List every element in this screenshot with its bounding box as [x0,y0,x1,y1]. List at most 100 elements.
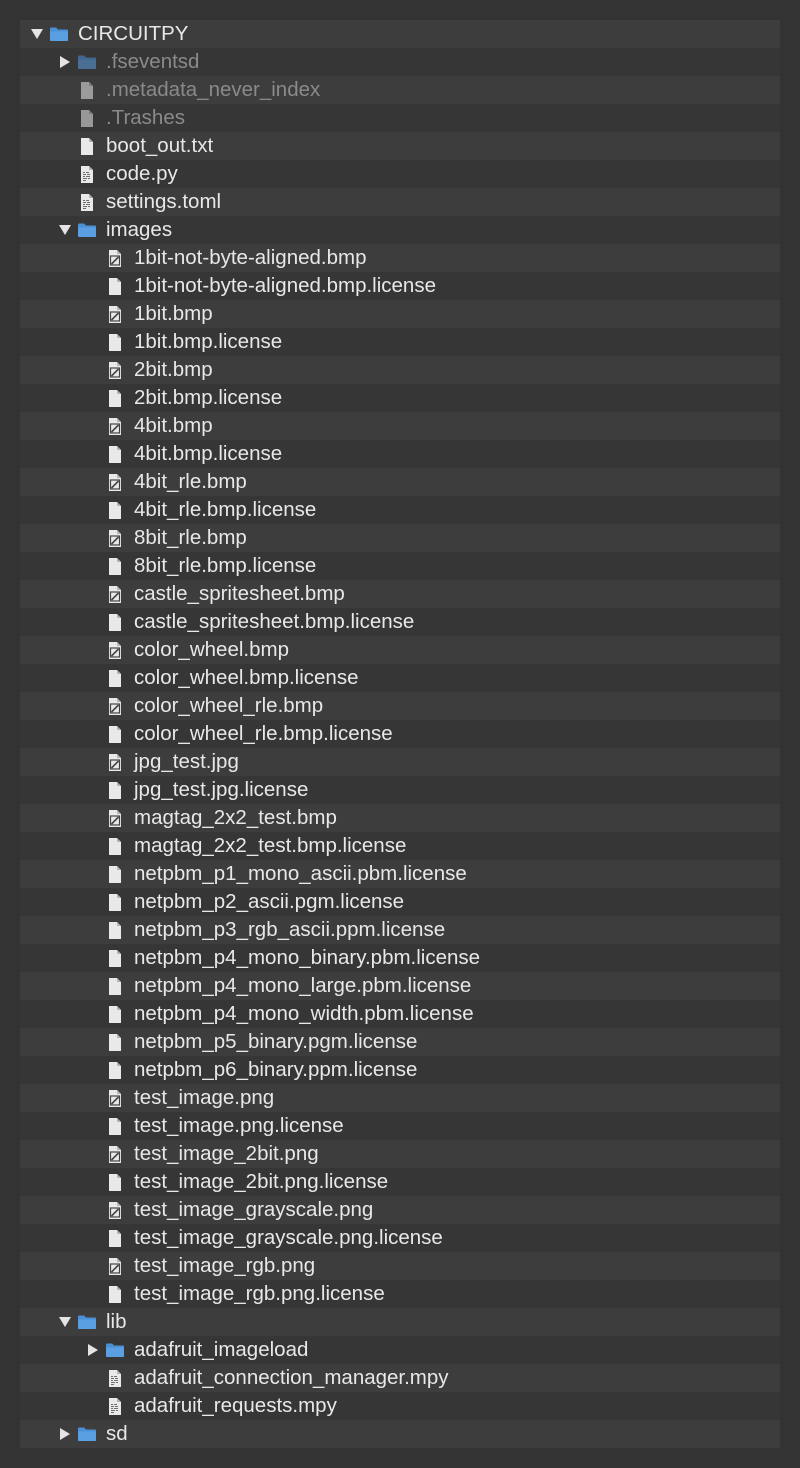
folder-icon [77,48,97,76]
tree-row[interactable]: lib [20,1308,780,1336]
file-icon [107,832,123,860]
tree-row[interactable]: 4bit_rle.bmp.license [20,496,780,524]
tree-row[interactable]: netpbm_p4_mono_binary.pbm.license [20,944,780,972]
tree-row[interactable]: .metadata_never_index [20,76,780,104]
disclosure-triangle-expanded-icon[interactable] [58,1308,72,1336]
tree-row[interactable]: CIRCUITPY [20,20,780,48]
tree-row-label: netpbm_p6_binary.ppm.license [134,1058,418,1081]
tree-row-label: 4bit_rle.bmp.license [134,498,317,521]
tree-row-label: 1bit-not-byte-aligned.bmp [134,246,367,269]
image-file-icon [107,468,123,496]
tree-row[interactable]: 8bit_rle.bmp [20,524,780,552]
tree-row-label: magtag_2x2_test.bmp [134,806,337,829]
tree-row[interactable]: images [20,216,780,244]
folder-icon [49,20,69,48]
tree-row-label: 4bit.bmp.license [134,442,283,465]
tree-row-label: sd [106,1422,128,1445]
disclosure-triangle-expanded-icon[interactable] [30,20,44,48]
disclosure-triangle-expanded-icon[interactable] [58,216,72,244]
tree-row[interactable]: test_image_grayscale.png.license [20,1224,780,1252]
tree-row[interactable]: adafruit_connection_manager.mpy [20,1364,780,1392]
tree-row[interactable]: test_image_2bit.png.license [20,1168,780,1196]
tree-row-label: 4bit_rle.bmp [134,470,247,493]
tree-row[interactable]: jpg_test.jpg [20,748,780,776]
tree-row[interactable]: test_image_grayscale.png [20,1196,780,1224]
tree-row[interactable]: code.py [20,160,780,188]
tree-row[interactable]: 1bit.bmp [20,300,780,328]
file-icon [107,1280,123,1308]
image-file-icon [107,244,123,272]
tree-row[interactable]: adafruit_requests.mpy [20,1392,780,1420]
image-file-icon [107,580,123,608]
tree-row-label: 8bit_rle.bmp [134,526,247,549]
image-file-icon [107,1196,123,1224]
disclosure-triangle-collapsed-icon[interactable] [58,48,72,76]
tree-row[interactable]: 1bit.bmp.license [20,328,780,356]
image-file-icon [107,356,123,384]
tree-row[interactable]: test_image_rgb.png [20,1252,780,1280]
tree-row-label: magtag_2x2_test.bmp.license [134,834,407,857]
tree-row[interactable]: netpbm_p1_mono_ascii.pbm.license [20,860,780,888]
tree-row-label: test_image_rgb.png.license [134,1282,385,1305]
tree-row[interactable]: 4bit.bmp [20,412,780,440]
tree-row[interactable]: .Trashes [20,104,780,132]
tree-row[interactable]: 1bit-not-byte-aligned.bmp.license [20,272,780,300]
tree-row[interactable]: color_wheel.bmp [20,636,780,664]
tree-row[interactable]: netpbm_p2_ascii.pgm.license [20,888,780,916]
tree-row-label: color_wheel.bmp [134,638,289,661]
tree-row[interactable]: test_image_rgb.png.license [20,1280,780,1308]
tree-row[interactable]: 1bit-not-byte-aligned.bmp [20,244,780,272]
tree-row-label: 2bit.bmp [134,358,213,381]
tree-row[interactable]: castle_spritesheet.bmp.license [20,608,780,636]
tree-row[interactable]: test_image_2bit.png [20,1140,780,1168]
tree-row-label: color_wheel_rle.bmp.license [134,722,393,745]
code-file-icon [79,188,95,216]
tree-row[interactable]: magtag_2x2_test.bmp.license [20,832,780,860]
tree-row[interactable]: color_wheel_rle.bmp.license [20,720,780,748]
tree-row[interactable]: 8bit_rle.bmp.license [20,552,780,580]
tree-row[interactable]: 4bit.bmp.license [20,440,780,468]
tree-row-label: test_image_grayscale.png.license [134,1226,443,1249]
image-file-icon [107,636,123,664]
file-icon [107,1112,123,1140]
tree-row[interactable]: netpbm_p5_binary.pgm.license [20,1028,780,1056]
tree-row[interactable]: sd [20,1420,780,1448]
tree-row-label: jpg_test.jpg.license [134,778,309,801]
tree-row-label: test_image_grayscale.png [134,1198,374,1221]
tree-row[interactable]: adafruit_imageload [20,1336,780,1364]
tree-row[interactable]: jpg_test.jpg.license [20,776,780,804]
tree-row[interactable]: netpbm_p3_rgb_ascii.ppm.license [20,916,780,944]
tree-row-label: adafruit_imageload [134,1338,309,1361]
tree-row[interactable]: settings.toml [20,188,780,216]
image-file-icon [107,1140,123,1168]
file-icon [107,328,123,356]
tree-row[interactable]: netpbm_p4_mono_width.pbm.license [20,1000,780,1028]
file-icon [107,860,123,888]
tree-row[interactable]: netpbm_p4_mono_large.pbm.license [20,972,780,1000]
file-icon [107,496,123,524]
tree-row-label: jpg_test.jpg [134,750,239,773]
tree-row[interactable]: netpbm_p6_binary.ppm.license [20,1056,780,1084]
tree-row[interactable]: .fseventsd [20,48,780,76]
tree-row-label: .metadata_never_index [106,78,321,101]
tree-row-label: adafruit_requests.mpy [134,1394,337,1417]
disclosure-triangle-collapsed-icon[interactable] [86,1336,100,1364]
tree-row[interactable]: 2bit.bmp.license [20,384,780,412]
tree-row-label: netpbm_p4_mono_width.pbm.license [134,1002,474,1025]
tree-row[interactable]: 2bit.bmp [20,356,780,384]
file-icon [107,664,123,692]
tree-row[interactable]: test_image.png.license [20,1112,780,1140]
tree-row[interactable]: color_wheel.bmp.license [20,664,780,692]
tree-row[interactable]: color_wheel_rle.bmp [20,692,780,720]
tree-row[interactable]: castle_spritesheet.bmp [20,580,780,608]
tree-row[interactable]: 4bit_rle.bmp [20,468,780,496]
disclosure-triangle-collapsed-icon[interactable] [58,1420,72,1448]
file-icon [79,132,95,160]
file-icon [107,720,123,748]
code-file-icon [79,160,95,188]
tree-row[interactable]: boot_out.txt [20,132,780,160]
tree-row-label: test_image_2bit.png.license [134,1170,389,1193]
tree-row-label: .fseventsd [106,50,200,73]
tree-row[interactable]: magtag_2x2_test.bmp [20,804,780,832]
tree-row[interactable]: test_image.png [20,1084,780,1112]
